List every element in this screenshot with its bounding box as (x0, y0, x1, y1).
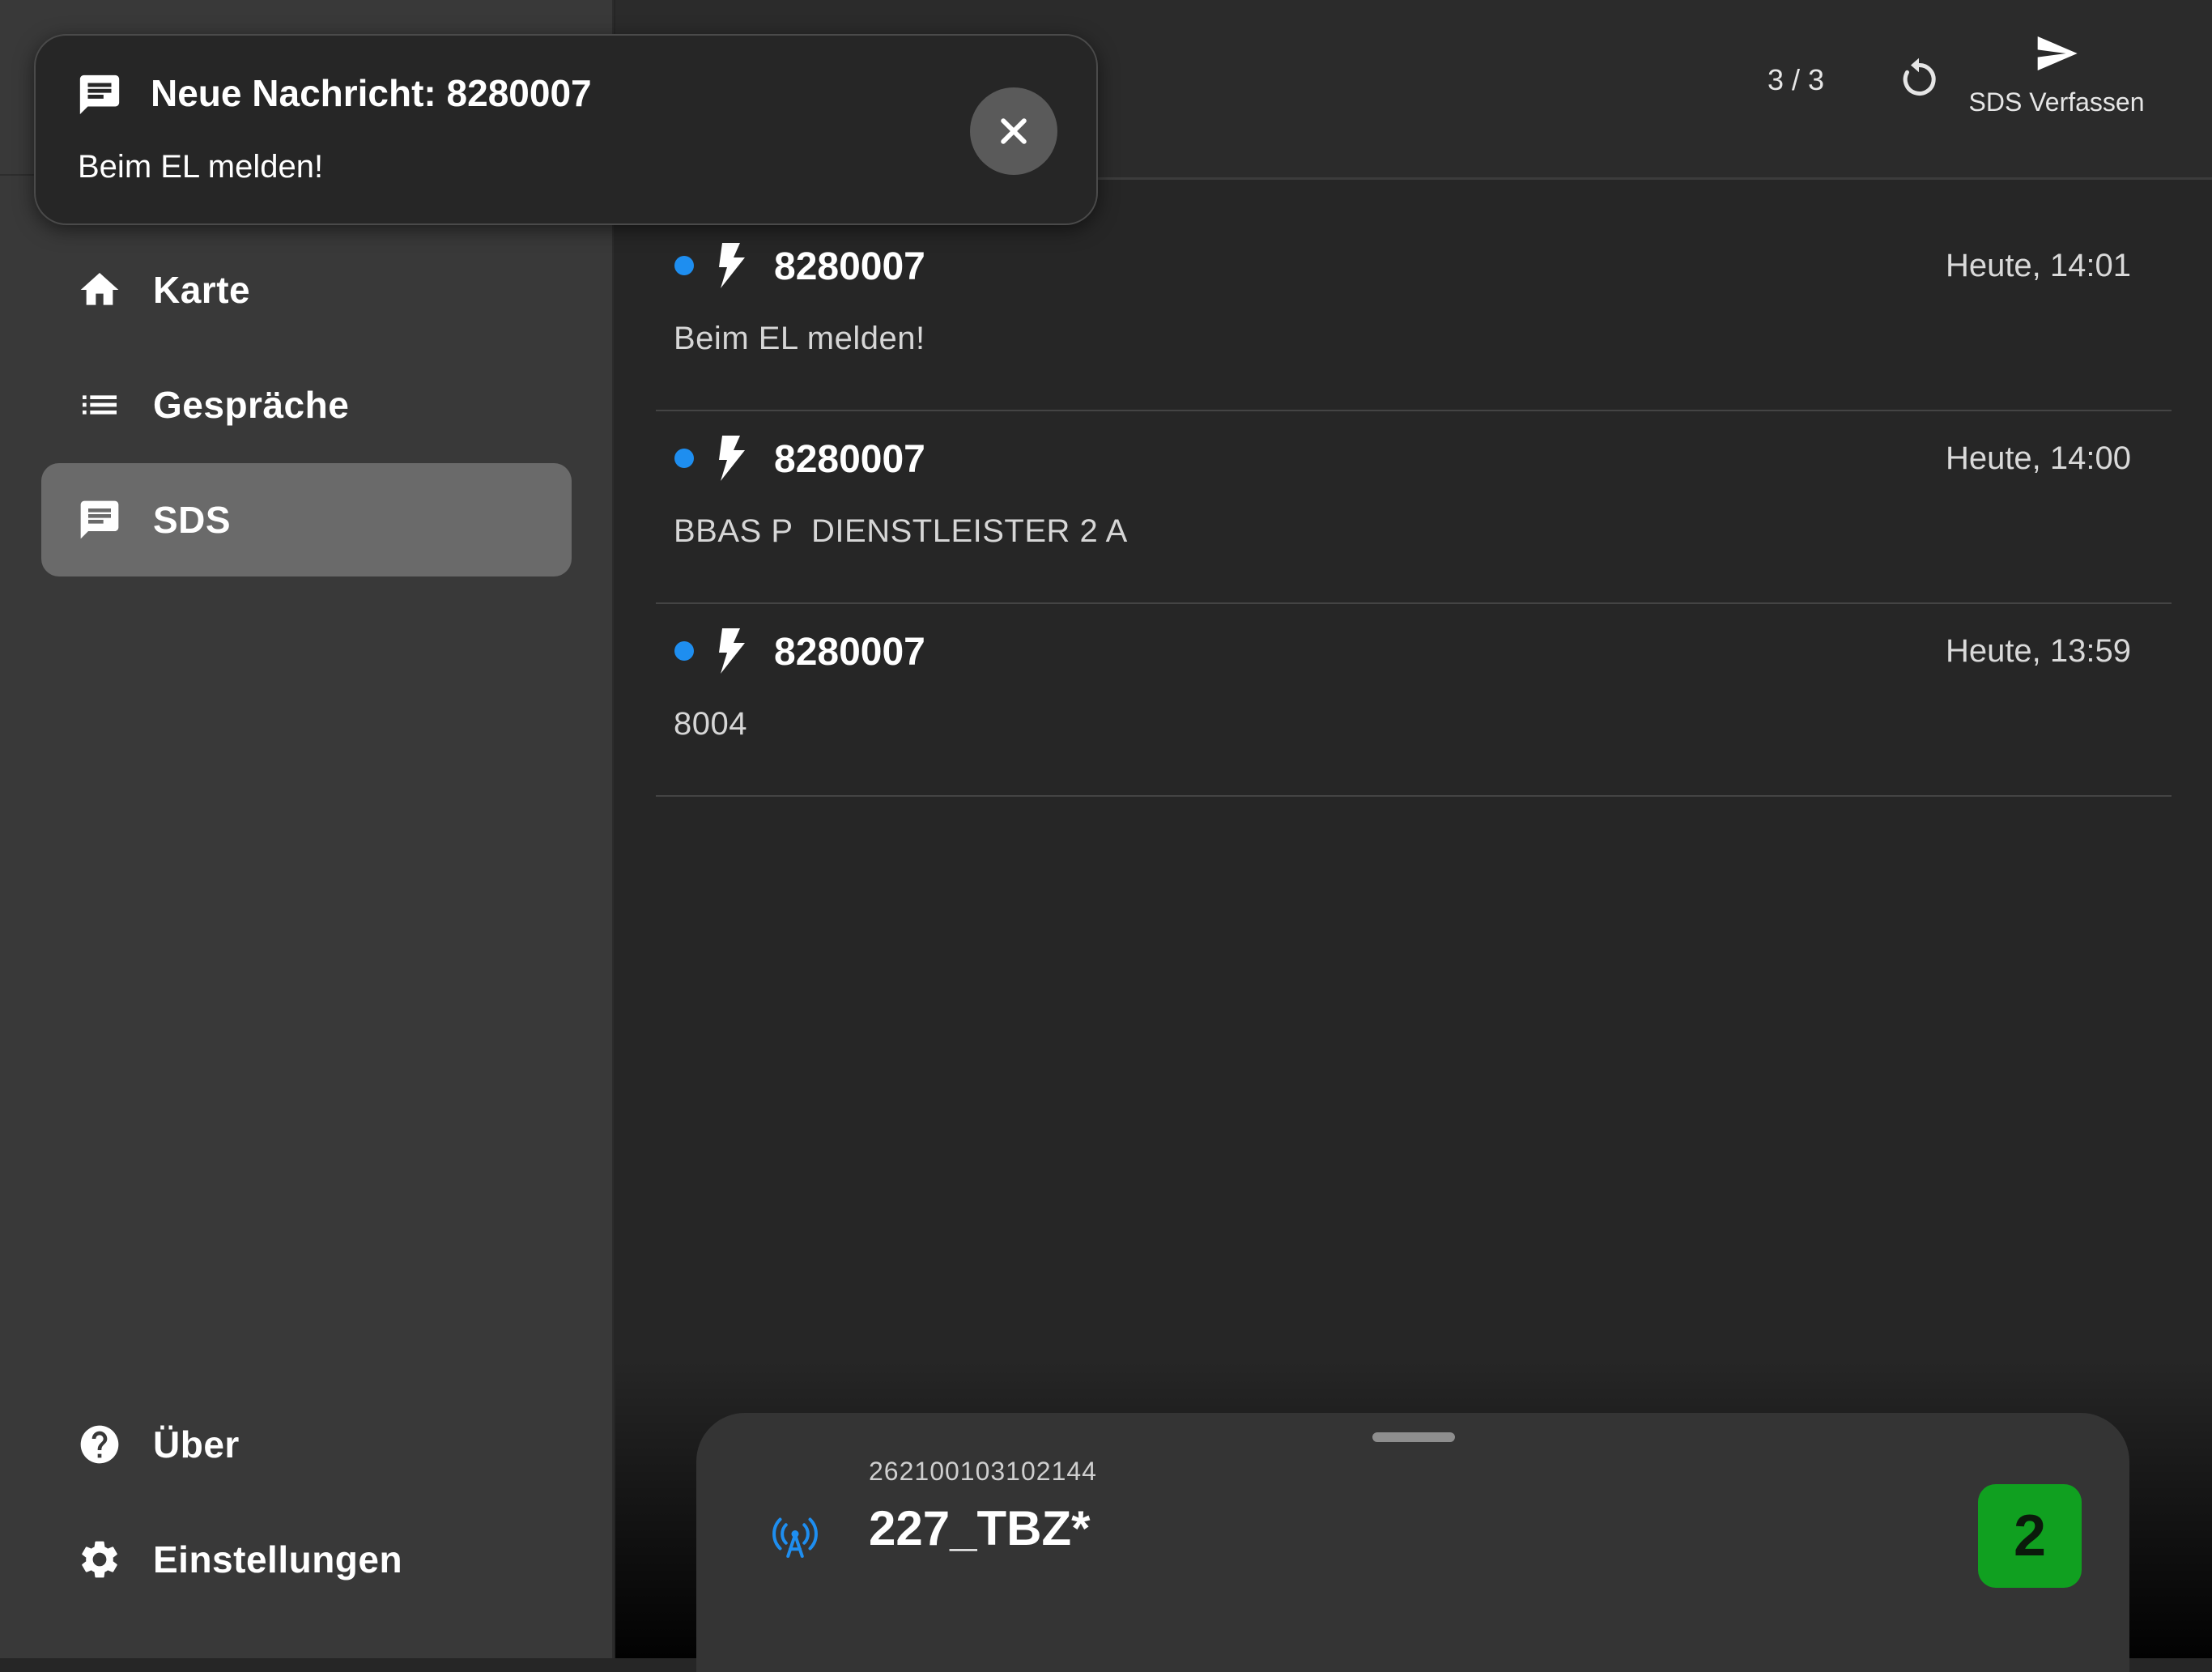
status-badge[interactable]: 2 (1978, 1484, 2082, 1588)
toast-title: Neue Nachricht: 8280007 (151, 72, 592, 114)
sidebar-item-einstellungen[interactable]: Einstellungen (41, 1503, 572, 1616)
sidebar-item-label: Gespräche (153, 384, 350, 426)
sidebar-item-label: SDS (153, 499, 232, 541)
message-body: BBAS P DIENSTLEISTER 2 A (674, 513, 1128, 549)
sidebar-item-label: Einstellungen (153, 1538, 403, 1581)
sidebar: Karte Gespräche SDS Über Einstellungen (0, 0, 614, 1658)
notification-toast[interactable]: Neue Nachricht: 8280007 Beim EL melden! (34, 34, 1098, 225)
send-icon (2037, 36, 2078, 70)
message-body: Beim EL melden! (674, 321, 925, 356)
bolt-icon (719, 243, 745, 288)
message-time: Heute, 14:01 (1945, 248, 2131, 283)
list-icon (77, 382, 122, 428)
message-sender: 8280007 (774, 438, 925, 481)
sidebar-item-label: Über (153, 1423, 240, 1466)
message-count: 3 / 3 (1767, 63, 1825, 96)
unread-dot (674, 641, 694, 661)
message-sender: 8280007 (774, 631, 925, 674)
message-time: Heute, 14:00 (1945, 440, 2131, 476)
sidebar-item-gespraeche[interactable]: Gespräche (41, 348, 572, 462)
sidebar-item-sds[interactable]: SDS (41, 463, 572, 576)
message-icon (77, 497, 122, 542)
message-icon (79, 74, 120, 115)
radio-status-card[interactable]: 262100103102144 227_TBZ* 2 (696, 1413, 2129, 1672)
main-content: ten 3 / 3 SDS Verfassen 8280007 Heute, 1… (615, 0, 2212, 1672)
home-icon (77, 267, 122, 313)
radio-tower-icon (772, 1517, 818, 1558)
toast-body: Beim EL melden! (78, 149, 324, 185)
unread-dot (674, 256, 694, 275)
sidebar-item-ueber[interactable]: Über (41, 1388, 572, 1501)
radio-issi: 262100103102144 (869, 1457, 1097, 1486)
message-time: Heute, 13:59 (1945, 633, 2131, 669)
refresh-icon (1903, 57, 1936, 96)
compose-label: SDS Verfassen (1968, 87, 2145, 117)
compose-sds-button[interactable]: SDS Verfassen (1959, 31, 2154, 136)
sidebar-item-label: Karte (153, 269, 251, 311)
close-icon (1001, 118, 1027, 144)
list-item[interactable]: 8280007 Heute, 14:01 Beim EL melden! (656, 219, 2172, 411)
gear-icon (77, 1537, 122, 1582)
bolt-icon (719, 628, 745, 674)
toast-close-button[interactable] (970, 87, 1057, 175)
message-body: 8004 (674, 706, 747, 742)
unread-dot (674, 449, 694, 468)
help-icon (77, 1422, 122, 1467)
drag-handle[interactable] (1372, 1432, 1455, 1442)
bolt-icon (719, 436, 745, 481)
list-item[interactable]: 8280007 Heute, 14:00 BBAS P DIENSTLEISTE… (656, 411, 2172, 604)
refresh-button[interactable] (1895, 55, 1943, 104)
sidebar-item-karte[interactable]: Karte (41, 233, 572, 347)
message-sender: 8280007 (774, 245, 925, 288)
radio-name: 227_TBZ* (869, 1501, 1091, 1555)
list-item[interactable]: 8280007 Heute, 13:59 8004 (656, 604, 2172, 797)
